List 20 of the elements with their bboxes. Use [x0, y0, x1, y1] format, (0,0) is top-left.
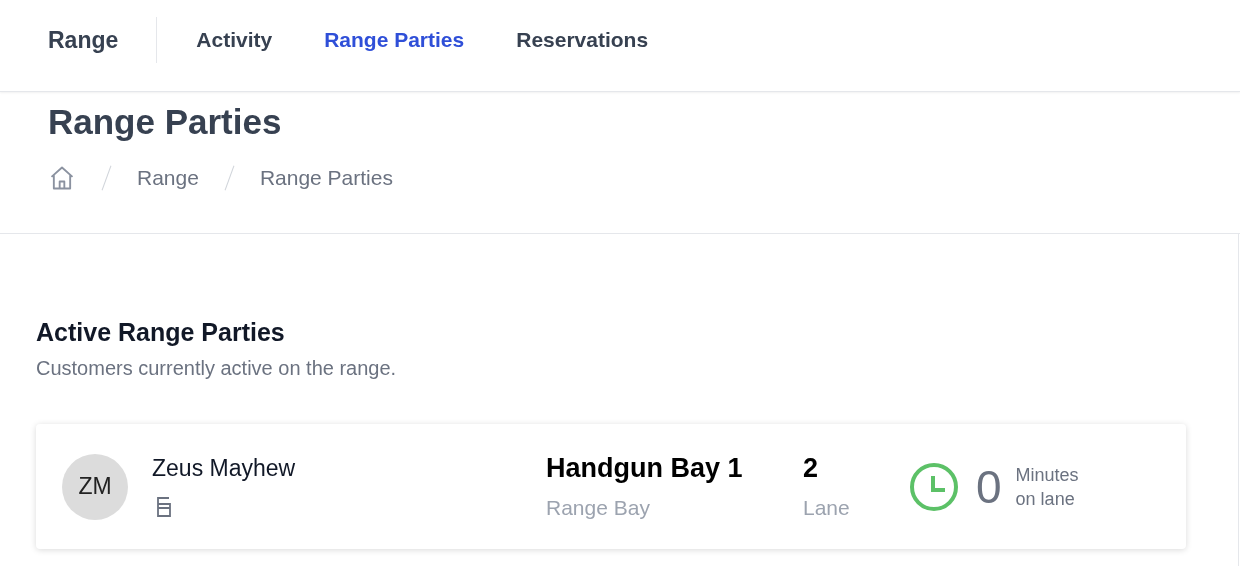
lane-number: 2	[803, 453, 820, 484]
nav-tab[interactable]: Range Parties	[324, 28, 465, 52]
nav-tab[interactable]: Activity	[196, 28, 273, 52]
brand-link[interactable]: Range	[48, 26, 119, 54]
breadcrumb-link[interactable]: Range	[137, 166, 199, 190]
clock-icon	[909, 461, 959, 512]
minutes-label: Minutes on lane	[1015, 463, 1080, 511]
home-icon[interactable]	[48, 164, 76, 192]
avatar: ZM	[62, 453, 128, 520]
section-subtitle: Customers currently active on the range.	[36, 357, 398, 380]
breadcrumb-link[interactable]: Range Parties	[259, 166, 393, 190]
bin-icon	[156, 496, 172, 518]
lane-label: Lane	[803, 496, 851, 520]
page-title: Range Parties	[48, 101, 283, 143]
customer-name: Zeus Mayhew	[152, 455, 296, 482]
section-title: Active Range Parties	[36, 318, 286, 347]
bay-label: Range Bay	[546, 496, 651, 520]
minutes-count: 0	[976, 459, 1002, 514]
nav-tab[interactable]: Reservations	[516, 28, 649, 52]
bay-name: Handgun Bay 1	[546, 453, 744, 484]
